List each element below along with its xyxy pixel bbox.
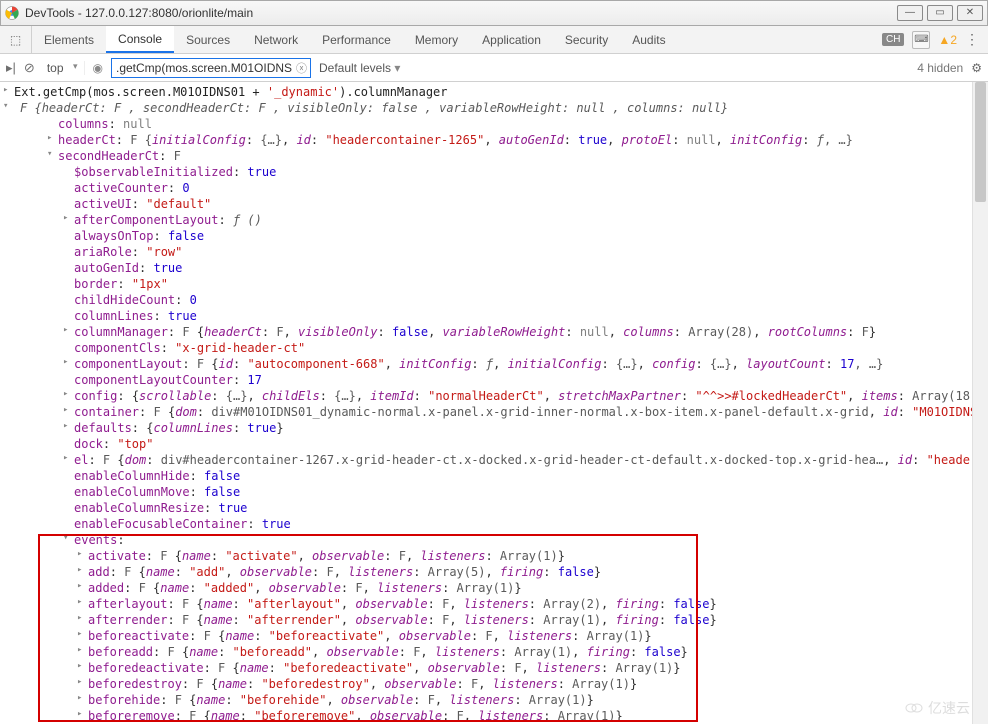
window-controls: — ▭ ✕ [897,5,983,21]
event-afterlayout[interactable]: afterlayout: F {name: "afterlayout", obs… [0,596,988,612]
window-titlebar: DevTools - 127.0.0.127:8080/orionlite/ma… [0,0,988,26]
warning-icon[interactable]: ▲2 [938,33,957,47]
scrollbar[interactable] [972,82,988,724]
context-selector[interactable]: top [43,61,85,75]
event-afterrender[interactable]: afterrender: F {name: "afterrender", obs… [0,612,988,628]
prop-dock[interactable]: dock: "top" [0,436,988,452]
prop-componentlayout[interactable]: componentLayout: F {id: "autocomponent-6… [0,356,988,372]
prop-border[interactable]: border: "1px" [0,276,988,292]
clear-filter-icon[interactable]: ⓧ [296,60,307,76]
prop-columnlines[interactable]: columnLines: true [0,308,988,324]
chip-ch[interactable]: CH [882,33,904,46]
prop-headerct[interactable]: headerCt: F {initialConfig: {…}, id: "he… [0,132,988,148]
prop-enablefocusablecontainer[interactable]: enableFocusableContainer: true [0,516,988,532]
log-levels-selector[interactable]: Default levels [319,61,400,75]
sidebar-toggle-icon[interactable]: ▸| [6,60,16,76]
console-filterbar: ▸| ⊘ top ◉ ⓧ Default levels 4 hidden ⚙ [0,54,988,82]
prop-activeui[interactable]: activeUI: "default" [0,196,988,212]
prop-enablecolumnmove[interactable]: enableColumnMove: false [0,484,988,500]
event-beforedeactivate[interactable]: beforedeactivate: F {name: "beforedeacti… [0,660,988,676]
event-activate[interactable]: activate: F {name: "activate", observabl… [0,548,988,564]
tab-performance[interactable]: Performance [310,26,403,53]
event-beforedestroy[interactable]: beforedestroy: F {name: "beforedestroy",… [0,676,988,692]
prop-columnmanager[interactable]: columnManager: F {headerCt: F, visibleOn… [0,324,988,340]
close-button[interactable]: ✕ [957,5,983,21]
tab-audits[interactable]: Audits [620,26,677,53]
event-beforeremove[interactable]: beforeremove: F {name: "beforeremove", o… [0,708,988,722]
console-command[interactable]: Ext.getCmp(mos.screen.M01OIDNS01 + '_dyn… [0,84,988,100]
kebab-menu-icon[interactable]: ⋮ [965,31,980,48]
prop-componentlayoutcounter[interactable]: componentLayoutCounter: 17 [0,372,988,388]
prop-enablecolumnhide[interactable]: enableColumnHide: false [0,468,988,484]
chrome-icon [5,6,19,20]
warning-count: 2 [950,33,957,47]
event-added[interactable]: added: F {name: "added", observable: F, … [0,580,988,596]
prop-aftercomponentlayout[interactable]: afterComponentLayout: ƒ () [0,212,988,228]
clear-console-icon[interactable]: ⊘ [24,60,35,76]
window-title: DevTools - 127.0.0.127:8080/orionlite/ma… [25,6,253,20]
hidden-messages[interactable]: 4 hidden [917,61,963,75]
prop-alwaysontop[interactable]: alwaysOnTop: false [0,228,988,244]
tab-network[interactable]: Network [242,26,310,53]
console-output[interactable]: Ext.getCmp(mos.screen.M01OIDNS01 + '_dyn… [0,82,988,722]
prop-columns[interactable]: columns: null [0,116,988,132]
prop-autogenid[interactable]: autoGenId: true [0,260,988,276]
event-beforeactivate[interactable]: beforeactivate: F {name: "beforeactivate… [0,628,988,644]
prop-observableinit[interactable]: $observableInitialized: true [0,164,988,180]
device-toggle-icon[interactable]: ⌨ [912,31,930,49]
filter-input[interactable] [111,58,311,78]
scrollbar-thumb[interactable] [975,82,986,202]
tab-application[interactable]: Application [470,26,553,53]
prop-defaults[interactable]: defaults: {columnLines: true} [0,420,988,436]
prop-componentcls[interactable]: componentCls: "x-grid-header-ct" [0,340,988,356]
prop-config[interactable]: config: {scrollable: {…}, childEls: {…},… [0,388,988,404]
prop-events[interactable]: events: [0,532,988,548]
event-beforeadd[interactable]: beforeadd: F {name: "beforeadd", observa… [0,644,988,660]
prop-enablecolumnresize[interactable]: enableColumnResize: true [0,500,988,516]
event-beforehide[interactable]: beforehide: F {name: "beforehide", obser… [0,692,988,708]
inspect-element-icon[interactable]: ⬚ [0,26,32,53]
devtools-tabbar: ⬚ Elements Console Sources Network Perfo… [0,26,988,54]
tab-elements[interactable]: Elements [32,26,106,53]
result-root[interactable]: F {headerCt: F , secondHeaderCt: F , vis… [0,100,988,116]
prop-childhidecount[interactable]: childHideCount: 0 [0,292,988,308]
console-settings-icon[interactable]: ⚙ [971,61,982,75]
prop-el[interactable]: el: F {dom: div#headercontainer-1267.x-g… [0,452,988,468]
prop-secondheaderct[interactable]: secondHeaderCt: F [0,148,988,164]
tab-sources[interactable]: Sources [174,26,242,53]
prop-ariarole[interactable]: ariaRole: "row" [0,244,988,260]
tab-memory[interactable]: Memory [403,26,470,53]
event-add[interactable]: add: F {name: "add", observable: F, list… [0,564,988,580]
maximize-button[interactable]: ▭ [927,5,953,21]
tab-security[interactable]: Security [553,26,620,53]
live-expression-icon[interactable]: ◉ [93,61,103,75]
prop-container[interactable]: container: F {dom: div#M01OIDNS01_dynami… [0,404,988,420]
tab-console[interactable]: Console [106,26,174,53]
minimize-button[interactable]: — [897,5,923,21]
prop-activecounter[interactable]: activeCounter: 0 [0,180,988,196]
